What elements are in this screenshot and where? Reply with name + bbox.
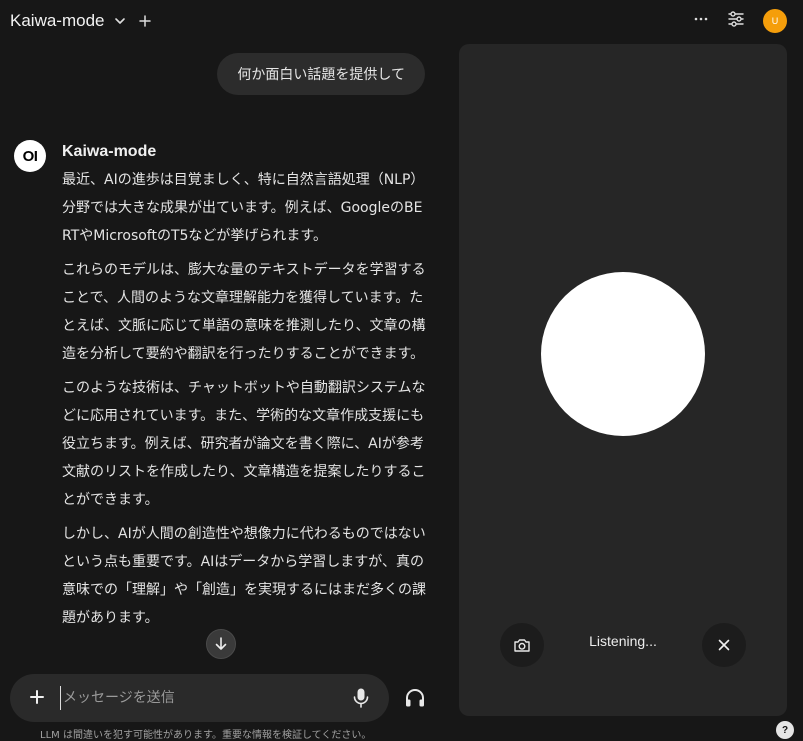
assistant-paragraph: しかし、AIが人間の創造性や想像力に代わるものではないという点も重要です。AIは… xyxy=(62,526,426,626)
model-selector-label[interactable]: Kaiwa-mode xyxy=(10,11,105,31)
help-button[interactable]: ? xyxy=(776,721,794,739)
more-options-icon[interactable] xyxy=(693,11,709,31)
close-icon xyxy=(718,639,730,651)
top-right-controls: U xyxy=(693,9,787,33)
voice-call-panel: Listening... xyxy=(459,44,787,716)
assistant-paragraph: 最近、AIの進歩は目覚ましく、特に自然言語処理（NLP）分野では大きな成果が出て… xyxy=(62,172,425,244)
microphone-icon[interactable] xyxy=(351,687,371,709)
assistant-paragraph: このような技術は、チャットボットや自動翻訳システムなどに応用されています。また、… xyxy=(62,380,426,508)
chat-area: 何か面白い話題を提供して OI Kaiwa-mode 最近、AIの進歩は目覚まし… xyxy=(0,42,440,674)
message-composer xyxy=(10,674,389,722)
scroll-to-bottom-button[interactable] xyxy=(206,629,236,659)
user-avatar[interactable]: U xyxy=(763,9,787,33)
assistant-name: Kaiwa-mode xyxy=(62,143,157,160)
top-bar: Kaiwa-mode xyxy=(0,0,803,42)
attach-plus-icon[interactable] xyxy=(26,686,48,708)
add-model-icon[interactable] xyxy=(138,12,151,31)
voice-orb xyxy=(541,272,705,436)
assistant-message-body: Kaiwa-mode 最近、AIの進歩は目覚ましく、特に自然言語処理（NLP）分… xyxy=(62,140,428,638)
message-input[interactable] xyxy=(60,686,340,710)
headphones-icon[interactable] xyxy=(403,686,427,710)
assistant-avatar: OI xyxy=(14,140,46,172)
arrow-down-icon xyxy=(215,637,227,650)
controls-sliders-icon[interactable] xyxy=(727,10,745,32)
end-call-button[interactable] xyxy=(702,623,746,667)
assistant-paragraph: これらのモデルは、膨大な量のテキストデータを学習することで、人間のような文章理解… xyxy=(62,262,426,362)
user-message-bubble: 何か面白い話題を提供して xyxy=(217,53,425,95)
disclaimer-text: LLM は間違いを犯す可能性があります。重要な情報を検証してください。 xyxy=(40,730,372,741)
assistant-message: OI Kaiwa-mode 最近、AIの進歩は目覚ましく、特に自然言語処理（NL… xyxy=(14,140,430,638)
chevron-down-icon[interactable] xyxy=(113,14,127,28)
